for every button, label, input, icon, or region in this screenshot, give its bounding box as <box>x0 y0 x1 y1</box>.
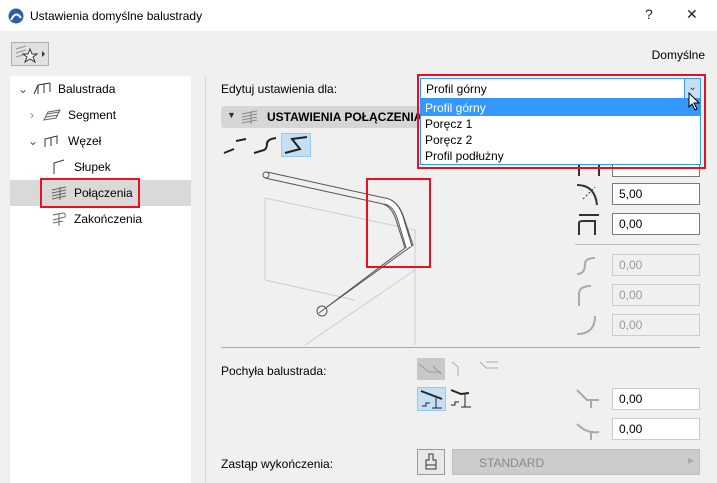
preset-label: Domyślne <box>651 48 705 62</box>
post-icon <box>53 159 65 174</box>
sloped-label: Pochyła balustrada: <box>221 364 327 378</box>
step-join-icon <box>253 137 277 154</box>
title-bar: Ustawienia domyślne balustrady ? ✕ <box>0 0 717 31</box>
straight-join-icon <box>223 138 247 154</box>
offset-icon <box>578 214 599 235</box>
panel-divider <box>205 76 206 483</box>
arrow-right-icon: ▶ <box>687 456 694 465</box>
inner-radius-icon <box>578 285 592 306</box>
favorites-star-icon <box>15 45 45 64</box>
section-header[interactable]: ▼ USTAWIENIA POŁĄCZENIA PR <box>221 106 442 128</box>
chevron-down-icon: ⌄ <box>18 82 29 96</box>
tree-item-segment[interactable]: › Segment <box>10 102 191 128</box>
close-button[interactable]: ✕ <box>686 6 698 23</box>
outer-radius-input: 0,00 <box>612 314 700 336</box>
step-offset-icon <box>576 257 596 275</box>
collapse-arrow-icon: ▼ <box>227 110 236 120</box>
step-offset-input: 0,00 <box>612 254 700 276</box>
chevron-down-icon: ⌄ <box>28 134 39 148</box>
slope-radius-icon <box>576 423 600 440</box>
settings-tree: ⌄ Balustrada › Segment ⌄ Węzeł Słupek Połąc… <box>10 76 191 483</box>
chevron-right-icon: › <box>30 108 34 122</box>
paint-brush-icon <box>425 453 437 470</box>
tree-item-zakonczenia[interactable]: Zakończenia <box>10 206 191 232</box>
bent-join-icon <box>284 136 308 154</box>
slope-radius-input[interactable]: 0,00 <box>612 418 700 440</box>
inner-radius-input: 0,00 <box>612 284 700 306</box>
divider <box>575 244 700 245</box>
bend-radius-input[interactable]: 5,00 <box>612 183 700 205</box>
stair-option-2[interactable] <box>449 387 477 411</box>
archicad-logo-icon <box>8 8 24 24</box>
tree-item-balustrada[interactable]: ⌄ Balustrada <box>10 76 191 102</box>
bend-radius-icon <box>576 184 598 206</box>
section-title: USTAWIENIA POŁĄCZENIA PR <box>267 110 442 124</box>
help-button[interactable]: ? <box>645 6 653 22</box>
stair-railing-icon <box>420 390 443 409</box>
highlight-box <box>417 74 706 169</box>
edit-for-label: Edytuj ustawienia dla: <box>221 82 338 96</box>
divider <box>221 347 700 348</box>
slope-option-1 <box>417 358 445 380</box>
offset-input[interactable]: 0,00 <box>612 213 700 235</box>
stair-railing-flat-icon <box>450 389 471 408</box>
slope-vertical-icon <box>418 363 442 375</box>
tree-item-wezel[interactable]: ⌄ Węzeł <box>10 128 191 154</box>
slope-offset-icon <box>576 389 599 408</box>
slope-perpendicular-icon <box>451 361 459 376</box>
connection-type-straight[interactable] <box>222 133 250 157</box>
favorites-button[interactable] <box>11 42 49 66</box>
surface-value: STANDARD <box>479 456 545 470</box>
override-label: Zastąp wykończenia: <box>221 457 334 471</box>
segment-icon <box>43 109 61 121</box>
node-icon <box>44 135 58 147</box>
connection-icon <box>241 110 258 124</box>
end-icon <box>52 212 66 226</box>
outer-radius-icon <box>576 315 596 335</box>
stair-option-1[interactable] <box>417 387 446 411</box>
mouse-cursor-icon <box>688 92 701 111</box>
tree-item-slupek[interactable]: Słupek <box>10 154 191 180</box>
slope-offset-input[interactable]: 0,00 <box>612 388 700 410</box>
railing-icon <box>33 82 51 95</box>
surface-select: STANDARD ▶ <box>452 449 700 475</box>
override-finish-button[interactable] <box>417 449 445 475</box>
connection-type-step[interactable] <box>252 133 280 157</box>
slope-horizontal-icon <box>479 361 498 369</box>
highlight-box <box>366 178 431 268</box>
window-title: Ustawienia domyślne balustrady <box>30 9 203 23</box>
connection-type-bent[interactable] <box>281 133 311 157</box>
highlight-box <box>40 178 140 208</box>
